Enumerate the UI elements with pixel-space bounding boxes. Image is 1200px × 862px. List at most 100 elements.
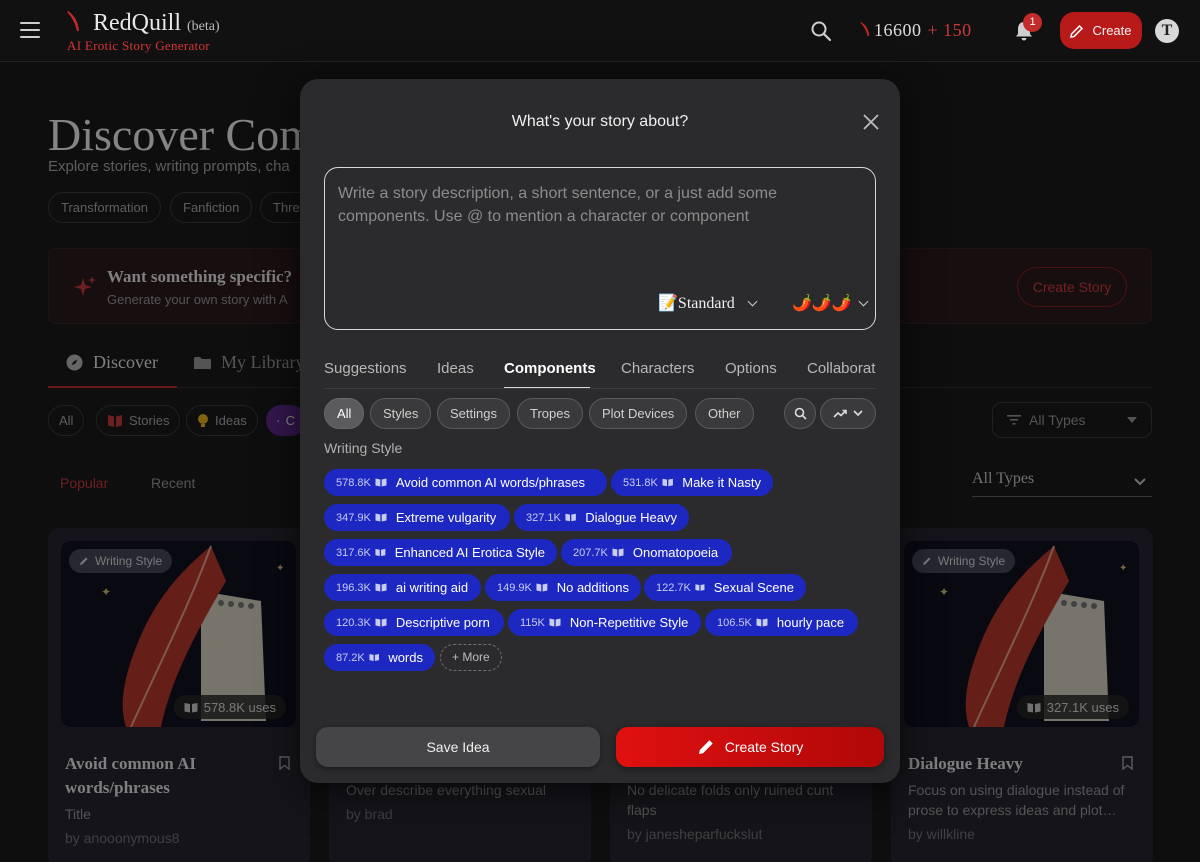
category-settings[interactable]: Settings	[437, 398, 510, 429]
app-name: RedQuill	[93, 10, 181, 36]
component-count: 120.3K	[336, 616, 371, 629]
create-button[interactable]: Create	[1060, 12, 1142, 49]
book-icon	[612, 548, 624, 557]
save-idea-button[interactable]: Save Idea	[316, 727, 600, 767]
pencil-icon	[698, 740, 713, 754]
sort-trending-select[interactable]	[820, 398, 876, 429]
component-pill[interactable]: 531.8K Make it Nasty	[611, 469, 773, 496]
beta-label: (beta)	[187, 19, 220, 34]
component-pill[interactable]: 87.2K words	[324, 644, 435, 671]
book-icon	[375, 548, 386, 557]
book-icon	[549, 618, 561, 627]
component-name: Enhanced AI Erotica Style	[394, 545, 545, 560]
user-avatar[interactable]: T	[1155, 19, 1179, 43]
writing-style-select[interactable]: 📝Standard	[658, 292, 758, 314]
quill-icon	[860, 22, 869, 36]
section-writing-style: Writing Style	[324, 440, 403, 456]
component-count: 207.7K	[573, 546, 608, 559]
component-count: 196.3K	[336, 581, 371, 594]
book-icon	[695, 584, 705, 591]
component-pill[interactable]: 327.1K Dialogue Heavy	[514, 504, 689, 531]
trending-up-icon	[833, 409, 847, 418]
category-other[interactable]: Other	[695, 398, 754, 429]
tab-ideas[interactable]: Ideas	[437, 360, 474, 377]
chevron-down-icon	[853, 410, 863, 417]
component-name: Extreme vulgarity	[395, 510, 497, 525]
book-icon	[375, 618, 387, 627]
category-tropes[interactable]: Tropes	[517, 398, 583, 429]
menu-icon[interactable]	[20, 22, 40, 38]
component-count: 122.7K	[656, 581, 691, 594]
story-modal: What's your story about? 📝Standard 🌶️🌶️🌶…	[300, 79, 900, 783]
quill-logo-icon	[67, 11, 79, 31]
component-name: hourly pace	[776, 615, 845, 630]
book-icon	[375, 513, 387, 522]
component-pill[interactable]: 122.7K Sexual Scene	[644, 574, 806, 601]
search-icon[interactable]	[810, 20, 832, 42]
story-description-box: 📝Standard 🌶️🌶️🌶️	[324, 167, 876, 330]
component-pill[interactable]: 317.6K Enhanced AI Erotica Style	[324, 539, 557, 566]
modal-tabs: Suggestions Ideas Components Characters …	[324, 355, 876, 389]
component-count: 115K	[520, 616, 545, 629]
component-name: Dialogue Heavy	[585, 510, 677, 525]
category-plot-devices[interactable]: Plot Devices	[589, 398, 688, 429]
book-icon	[565, 513, 576, 522]
book-icon	[375, 583, 387, 592]
chevron-down-icon	[858, 296, 869, 306]
app-subtitle: AI Erotic Story Generator	[67, 38, 210, 53]
component-pill[interactable]: 207.7K Onomatopoeia	[561, 539, 732, 566]
pencil-icon	[1070, 24, 1084, 38]
component-name: Avoid common AI words/phrases	[395, 475, 585, 490]
component-count: 106.5K	[717, 616, 752, 629]
component-pill[interactable]: 120.3K Descriptive porn	[324, 609, 504, 636]
notification-badge: 1	[1023, 13, 1042, 32]
component-pill[interactable]: 149.9K No additions	[485, 574, 641, 601]
book-icon	[756, 618, 768, 627]
component-name: Make it Nasty	[682, 475, 761, 490]
chili-icon: 🌶️🌶️🌶️	[792, 295, 852, 312]
credits-value: 16600	[874, 20, 922, 40]
component-count: 327.1K	[526, 511, 561, 524]
component-count: 531.8K	[623, 476, 658, 489]
tab-collaborate[interactable]: Collaborat	[807, 360, 875, 377]
category-styles[interactable]: Styles	[370, 398, 432, 429]
book-icon	[536, 583, 548, 592]
writing-style-value: 📝Standard	[658, 295, 735, 312]
tab-suggestions[interactable]: Suggestions	[324, 360, 407, 377]
tab-options[interactable]: Options	[725, 360, 777, 377]
component-count: 347.9K	[336, 511, 371, 524]
search-icon	[794, 407, 807, 420]
component-pill[interactable]: 115K Non-Repetitive Style	[508, 609, 701, 636]
component-search-button[interactable]	[784, 398, 816, 429]
book-icon	[662, 478, 673, 487]
component-name: Descriptive porn	[395, 615, 490, 630]
credits-bonus: + 150	[927, 20, 972, 40]
book-icon	[369, 653, 379, 662]
tab-characters[interactable]: Characters	[621, 360, 694, 377]
component-name: Onomatopoeia	[632, 545, 719, 560]
create-story-button[interactable]: Create Story	[616, 727, 884, 767]
category-all[interactable]: All	[324, 398, 365, 429]
component-name: No additions	[556, 580, 629, 595]
more-components-button[interactable]: + More	[440, 644, 502, 671]
modal-title: What's your story about?	[511, 113, 689, 130]
story-description-input[interactable]	[338, 182, 858, 272]
component-count: 317.6K	[336, 546, 371, 559]
component-count: 578.8K	[336, 476, 371, 489]
spice-level-select[interactable]: 🌶️🌶️🌶️	[792, 292, 869, 314]
tab-components[interactable]: Components	[504, 360, 596, 377]
app-title[interactable]: RedQuill (beta)	[93, 10, 220, 37]
create-story-label: Create Story	[724, 739, 804, 755]
book-icon	[375, 478, 387, 487]
chevron-down-icon	[747, 296, 758, 306]
top-bar: RedQuill (beta) AI Erotic Story Generato…	[0, 0, 1200, 62]
component-pill[interactable]: 106.5K hourly pace	[705, 609, 858, 636]
component-name: Sexual Scene	[713, 580, 794, 595]
component-pill[interactable]: 347.9K Extreme vulgarity	[324, 504, 510, 531]
component-name: ai writing aid	[395, 580, 469, 595]
component-name: Non-Repetitive Style	[569, 615, 689, 630]
component-pill[interactable]: 196.3K ai writing aid	[324, 574, 481, 601]
component-pill[interactable]: 578.8K Avoid common AI words/phrases	[324, 469, 607, 496]
credits-display[interactable]: 16600 + 150	[860, 20, 972, 41]
close-icon[interactable]	[863, 114, 879, 130]
